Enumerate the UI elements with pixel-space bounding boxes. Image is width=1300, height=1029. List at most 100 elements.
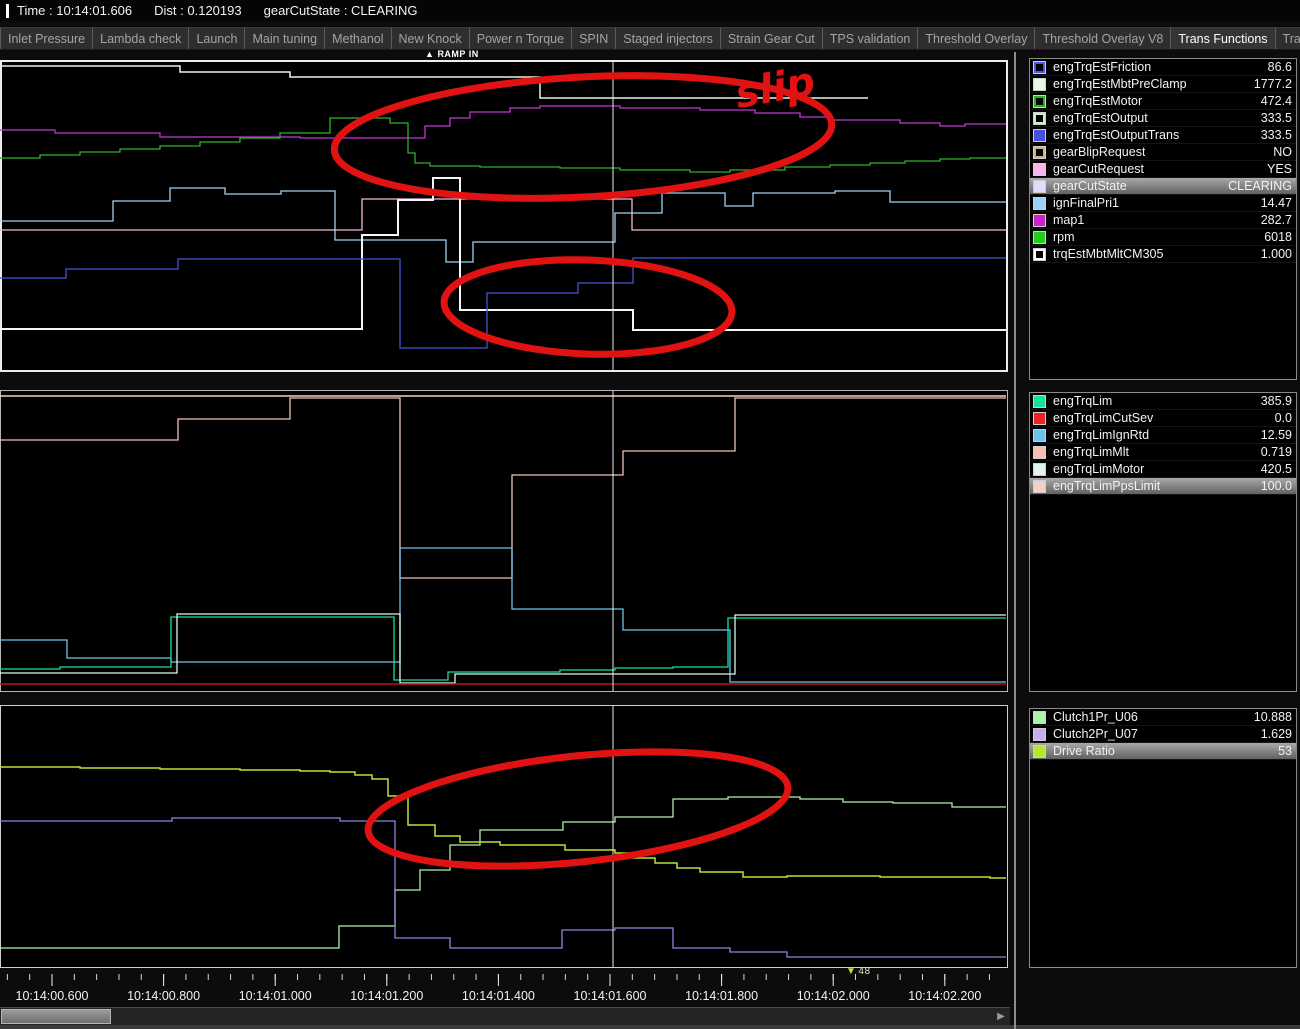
channel-swatch [1033, 711, 1046, 724]
channel-swatch [1033, 112, 1046, 125]
legend-row-engtrqestoutput[interactable]: engTrqEstOutput333.5 [1030, 110, 1296, 127]
channel-label: engTrqLimMotor [1053, 462, 1144, 476]
tab-strain-gear-cut[interactable]: Strain Gear Cut [721, 28, 823, 49]
channel-value: 6018 [1264, 230, 1292, 244]
tab-power-n-torque[interactable]: Power n Torque [470, 28, 572, 49]
legend-row-engtrqestmotor[interactable]: engTrqEstMotor472.4 [1030, 93, 1296, 110]
chart-panel-trans-functions-top[interactable]: slip [0, 60, 1008, 372]
time-axis-label: 10:14:01.000 [239, 989, 312, 1003]
gear-marker[interactable]: ▼48 [846, 966, 871, 977]
channel-value: 1.629 [1261, 727, 1292, 741]
column-divider[interactable] [1014, 52, 1016, 1029]
channel-value: 333.5 [1261, 111, 1292, 125]
legend-panel-bottom: Clutch1Pr_U06 10.888 Clutch2Pr_U07 1.629 Dri… [1029, 708, 1297, 968]
legend-row-trqestmbtmltcm305[interactable]: trqEstMbtMltCM305 1.000 [1030, 246, 1296, 263]
legend-row-engtrqestoutputtrans[interactable]: engTrqEstOutputTrans 333.5 [1030, 127, 1296, 144]
legend-row-engtrqestfriction[interactable]: engTrqEstFriction 86.6 [1030, 59, 1296, 76]
tab-main-tuning[interactable]: Main tuning [245, 28, 325, 49]
time-axis: 10:14:00.60010:14:00.80010:14:01.00010:1… [0, 972, 1016, 1006]
chart-panel-clutch[interactable] [0, 705, 1008, 968]
channel-label: engTrqLimPpsLimit [1053, 479, 1160, 493]
tab-threshold-overlay[interactable]: Threshold Overlay [918, 28, 1035, 49]
dist-readout: Dist : 0.120193 [154, 3, 241, 18]
tab-new-knock[interactable]: New Knock [392, 28, 470, 49]
trace-engTrqLim [0, 617, 1006, 680]
trace-gearCutRequest [0, 199, 1006, 230]
tab-lambda-check[interactable]: Lambda check [93, 28, 189, 49]
channel-value: CLEARING [1228, 179, 1292, 193]
ramp-in-label: RAMP IN [437, 49, 478, 59]
tab-trans-functions[interactable]: Trans Functions [1171, 28, 1275, 49]
tab-inlet-pressure[interactable]: Inlet Pressure [0, 28, 93, 49]
legend-row-engtrqlimppslimit[interactable]: engTrqLimPpsLimit100.0 [1030, 478, 1296, 495]
time-axis-label: 10:14:00.600 [16, 989, 89, 1003]
channel-swatch [1033, 180, 1046, 193]
tab-spin[interactable]: SPIN [572, 28, 616, 49]
legend-row-rpm[interactable]: rpm 6018 [1030, 229, 1296, 246]
legend-row-clutch1pr-u06[interactable]: Clutch1Pr_U06 10.888 [1030, 709, 1296, 726]
app-window: Time : 10:14:01.606 Dist : 0.120193 gear… [0, 0, 1300, 1029]
channel-label: engTrqEstOutputTrans [1053, 128, 1179, 142]
channel-label: engTrqEstFriction [1053, 60, 1151, 74]
channel-label: engTrqLimCutSev [1053, 411, 1153, 425]
channel-value: 86.6 [1268, 60, 1292, 74]
chart-canvas-bottom[interactable] [0, 705, 1008, 968]
channel-label: gearBlipRequest [1053, 145, 1145, 159]
channel-value: 420.5 [1261, 462, 1292, 476]
channel-value: YES [1267, 162, 1292, 176]
tab-launch[interactable]: Launch [189, 28, 245, 49]
channel-value: 1777.2 [1254, 77, 1292, 91]
bottom-strip [0, 1025, 1300, 1029]
legend-row-engtrqlimmlt[interactable]: engTrqLimMlt0.719 [1030, 444, 1296, 461]
legend-row-engtrqlim[interactable]: engTrqLim385.9 [1030, 393, 1296, 410]
chart-panel-torque-limits[interactable] [0, 390, 1008, 692]
legend-row-gearcutstate[interactable]: gearCutState CLEARING [1030, 178, 1296, 195]
tab-trans-shift[interactable]: Trans shift [1276, 28, 1300, 49]
chart-canvas-top[interactable]: slip [0, 60, 1008, 372]
tab-threshold-overlay-v8[interactable]: Threshold Overlay V8 [1035, 28, 1171, 49]
channel-label: gearCutState [1053, 179, 1127, 193]
channel-swatch [1033, 197, 1046, 210]
legend-row-gearcutrequest[interactable]: gearCutRequestYES [1030, 161, 1296, 178]
annotation-slip-text: slip [732, 60, 819, 118]
tab-tps-validation[interactable]: TPS validation [823, 28, 919, 49]
trace-Clutch2Pr_U07 [0, 818, 1006, 957]
legend-row-engtrqlimmotor[interactable]: engTrqLimMotor 420.5 [1030, 461, 1296, 478]
channel-label: engTrqLim [1053, 394, 1112, 408]
ramp-in-marker[interactable]: ▲ RAMP IN [425, 49, 479, 59]
scrollbar-thumb[interactable] [1, 1009, 111, 1024]
legend-row-engtrqestmbtpreclamp[interactable]: engTrqEstMbtPreClamp1777.2 [1030, 76, 1296, 93]
horizontal-scrollbar[interactable]: ▶ [0, 1007, 1010, 1025]
channel-swatch [1033, 480, 1046, 493]
channel-swatch [1033, 129, 1046, 142]
channel-label: Clutch1Pr_U06 [1053, 710, 1138, 724]
chart-canvas-middle[interactable] [0, 390, 1008, 692]
channel-label: rpm [1053, 230, 1075, 244]
worksheet-tab-bar: Inlet PressureLambda checkLaunchMain tun… [0, 27, 1300, 50]
channel-value: 10.888 [1254, 710, 1292, 724]
scrollbar-right-arrow-icon[interactable]: ▶ [994, 1010, 1008, 1023]
trace-engTrqEstOutputTrans [0, 258, 1006, 348]
legend-row-ignfinalpri1[interactable]: ignFinalPri114.47 [1030, 195, 1296, 212]
time-axis-label: 10:14:01.600 [574, 989, 647, 1003]
channel-label: Clutch2Pr_U07 [1053, 727, 1138, 741]
legend-row-engtrqlimcutsev[interactable]: engTrqLimCutSev0.0 [1030, 410, 1296, 427]
legend-row-gearbliprequest[interactable]: gearBlipRequestNO [1030, 144, 1296, 161]
tab-staged-injectors[interactable]: Staged injectors [616, 28, 721, 49]
channel-swatch [1033, 231, 1046, 244]
legend-row-clutch2pr-u07[interactable]: Clutch2Pr_U07 1.629 [1030, 726, 1296, 743]
channel-value: 1.000 [1261, 247, 1292, 261]
tab-methanol[interactable]: Methanol [325, 28, 391, 49]
channel-swatch [1033, 61, 1046, 74]
triangle-up-icon: ▲ [425, 49, 434, 59]
legend-row-map1[interactable]: map1282.7 [1030, 212, 1296, 229]
channel-swatch [1033, 78, 1046, 91]
legend-row-engtrqlimignrtd[interactable]: engTrqLimIgnRtd12.59 [1030, 427, 1296, 444]
time-axis-label: 10:14:01.200 [350, 989, 423, 1003]
legend-row-drive-ratio[interactable]: Drive Ratio53 [1030, 743, 1296, 760]
channel-label: engTrqLimMlt [1053, 445, 1129, 459]
channel-label: ignFinalPri1 [1053, 196, 1119, 210]
channel-value: 333.5 [1261, 128, 1292, 142]
time-axis-label: 10:14:01.400 [462, 989, 535, 1003]
channel-label: trqEstMbtMltCM305 [1053, 247, 1163, 261]
